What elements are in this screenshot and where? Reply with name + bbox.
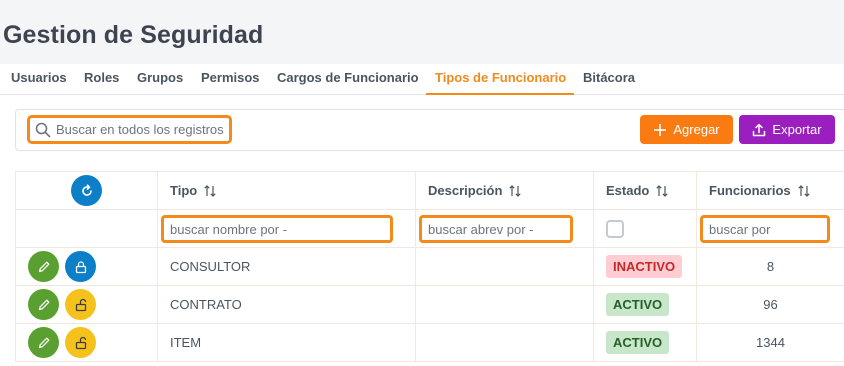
column-label: Funcionarios (709, 183, 791, 198)
sort-icon (204, 184, 216, 197)
cell-descripcion (415, 247, 594, 286)
tab-roles[interactable]: Roles (84, 70, 119, 85)
column-header-descripcion[interactable]: Descripción (415, 171, 594, 210)
lock-icon (75, 260, 86, 273)
cell-estado: INACTIVO (593, 247, 697, 286)
sort-icon (509, 184, 522, 197)
descripcion-value (416, 259, 428, 274)
tab-grupos[interactable]: Grupos (137, 70, 183, 85)
column-label: Tipo (170, 183, 198, 198)
filter-cell-tipo: buscar nombre por - (157, 209, 416, 248)
global-search-input[interactable]: Buscar en todos los registros (27, 115, 232, 144)
tab-cargos-de-funcionario[interactable]: Cargos de Funcionario (277, 70, 419, 85)
lock-button[interactable] (65, 251, 96, 282)
cell-tipo: CONTRATO (157, 285, 416, 324)
filter-cell-funcionarios: buscar por (696, 209, 844, 248)
add-button-label: Agregar (673, 122, 720, 137)
active-tab-indicator (426, 93, 574, 95)
actions-header (15, 171, 158, 210)
cell-tipo: ITEM (157, 323, 416, 362)
tab-usuarios[interactable]: Usuarios (11, 70, 67, 85)
filter-cell-empty (15, 209, 158, 248)
table-row: ITEM ACTIVO 1344 (15, 323, 844, 362)
edit-button[interactable] (28, 289, 59, 320)
descripcion-value (416, 335, 428, 350)
cell-estado: ACTIVO (593, 323, 697, 362)
cell-funcionarios: 8 (696, 247, 844, 286)
tipo-value: CONTRATO (170, 297, 242, 312)
filter-row: buscar nombre por - buscar abrev por - b… (15, 209, 844, 248)
pencil-icon (38, 261, 49, 272)
search-icon (35, 122, 51, 138)
column-header-tipo[interactable]: Tipo (157, 171, 416, 210)
unlock-icon (75, 298, 86, 311)
estado-filter-checkbox[interactable] (606, 219, 624, 238)
unlock-icon (75, 336, 86, 349)
edit-button[interactable] (28, 251, 59, 282)
upload-icon (753, 123, 766, 136)
pencil-icon (38, 337, 49, 348)
tab-permisos[interactable]: Permisos (201, 70, 260, 85)
column-label: Descripción (428, 183, 503, 198)
refresh-icon (81, 183, 92, 196)
descripcion-filter-input[interactable]: buscar abrev por - (419, 214, 573, 243)
page-header: Gestion de Seguridad (0, 0, 844, 64)
filter-cell-descripcion: buscar abrev por - (415, 209, 594, 248)
table-header-row: Tipo Descripción Estado Funcionarios (15, 171, 844, 210)
table-row: CONTRATO ACTIVO 96 (15, 285, 844, 324)
row-actions (15, 247, 158, 286)
tab-bitacora[interactable]: Bitácora (583, 70, 635, 85)
column-header-funcionarios[interactable]: Funcionarios (696, 171, 844, 210)
column-header-estado[interactable]: Estado (593, 171, 697, 210)
sort-icon (798, 184, 810, 197)
pencil-icon (38, 299, 49, 310)
export-button-label: Exportar (772, 122, 822, 137)
cell-funcionarios: 1344 (696, 323, 844, 362)
column-label: Estado (606, 183, 650, 198)
row-actions (15, 323, 158, 362)
cell-descripcion (415, 285, 594, 324)
edit-button[interactable] (28, 327, 59, 358)
search-placeholder: Buscar en todos los registros (56, 122, 224, 137)
funcionarios-filter-input[interactable]: buscar por (700, 214, 830, 243)
row-actions (15, 285, 158, 324)
page-title: Gestion de Seguridad (3, 21, 264, 49)
refresh-button[interactable] (71, 175, 102, 206)
tab-bar: Usuarios Roles Grupos Permisos Cargos de… (0, 64, 844, 95)
cell-descripcion (415, 323, 594, 362)
sort-icon (656, 184, 668, 197)
status-badge: ACTIVO (606, 293, 670, 316)
data-table: Tipo Descripción Estado Funcionarios bus… (15, 171, 844, 362)
descripcion-value (416, 297, 428, 312)
unlock-button[interactable] (65, 289, 96, 320)
tipo-value: ITEM (170, 335, 202, 350)
unlock-button[interactable] (65, 327, 96, 358)
status-badge: INACTIVO (606, 255, 683, 278)
add-button[interactable]: Agregar (640, 115, 733, 144)
status-badge: ACTIVO (606, 331, 670, 354)
cell-funcionarios: 96 (696, 285, 844, 324)
cell-estado: ACTIVO (593, 285, 697, 324)
table-row: CONSULTOR INACTIVO 8 (15, 247, 844, 286)
plus-icon (654, 123, 667, 136)
cell-tipo: CONSULTOR (157, 247, 416, 286)
tipo-value: CONSULTOR (170, 259, 251, 274)
tipo-filter-input[interactable]: buscar nombre por - (161, 214, 393, 243)
filter-cell-estado (593, 209, 697, 248)
tab-tipos-de-funcionario[interactable]: Tipos de Funcionario (435, 70, 566, 85)
export-button[interactable]: Exportar (739, 115, 835, 144)
